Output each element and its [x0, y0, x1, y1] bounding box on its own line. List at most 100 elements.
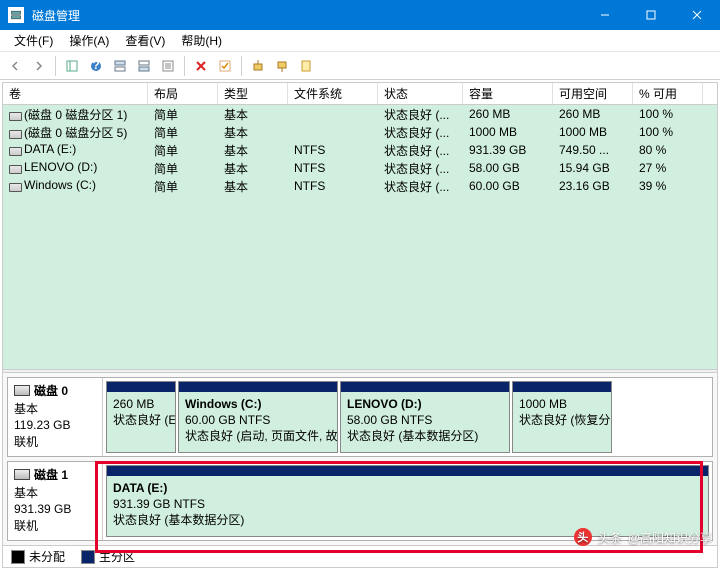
menu-action[interactable]: 操作(A) — [61, 30, 117, 51]
window-title: 磁盘管理 — [32, 7, 582, 24]
col-filesystem[interactable]: 文件系统 — [288, 83, 378, 104]
volume-list: 卷 布局 类型 文件系统 状态 容量 可用空间 % 可用 (磁盘 0 磁盘分区 … — [3, 83, 717, 369]
col-type[interactable]: 类型 — [218, 83, 288, 104]
cell-status: 状态良好 (... — [378, 105, 463, 124]
cell-status: 状态良好 (... — [378, 141, 463, 160]
menubar: 文件(F) 操作(A) 查看(V) 帮助(H) — [0, 30, 720, 52]
volume-icon — [9, 144, 20, 155]
col-volume[interactable]: 卷 — [3, 83, 148, 104]
menu-view[interactable]: 查看(V) — [117, 30, 173, 51]
cell-percent: 27 % — [633, 160, 703, 176]
show-hide-tree-button[interactable] — [61, 55, 83, 77]
properties-button[interactable] — [295, 55, 317, 77]
volume-row[interactable]: (磁盘 0 磁盘分区 1)简单基本状态良好 (...260 MB260 MB10… — [3, 105, 717, 123]
volume-name: Windows (C:) — [24, 178, 96, 192]
partition-status: 状态良好 (基本数据分区) — [113, 512, 702, 528]
partition-status: 状态良好 (基本数据分区) — [347, 428, 503, 444]
volume-name: (磁盘 0 磁盘分区 5) — [24, 124, 127, 141]
menu-help[interactable]: 帮助(H) — [173, 30, 230, 51]
volume-icon — [9, 162, 20, 173]
watermark-prefix: 头条 — [598, 529, 622, 546]
swatch-primary — [81, 550, 95, 564]
check-button[interactable] — [214, 55, 236, 77]
cell-percent: 80 % — [633, 142, 703, 158]
cell-percent: 100 % — [633, 124, 703, 140]
partition[interactable]: DATA (E:)931.39 GB NTFS状态良好 (基本数据分区) — [106, 465, 709, 537]
cell-fs — [288, 131, 378, 133]
swatch-unallocated — [11, 550, 25, 564]
partition[interactable]: 1000 MB状态良好 (恢复分 — [512, 381, 612, 453]
partition[interactable]: LENOVO (D:)58.00 GB NTFS状态良好 (基本数据分区) — [340, 381, 510, 453]
disk-icon — [14, 469, 30, 480]
cell-percent: 100 % — [633, 106, 703, 122]
partition-band — [513, 382, 611, 392]
volume-icon — [9, 109, 20, 120]
partition-band — [341, 382, 509, 392]
cell-status: 状态良好 (... — [378, 159, 463, 178]
help-button[interactable]: ? — [85, 55, 107, 77]
disk-status: 联机 — [14, 517, 96, 534]
partition-status: 状态良好 (EF — [113, 412, 169, 428]
col-capacity[interactable]: 容量 — [463, 83, 553, 104]
disk-header[interactable]: 磁盘 0基本119.23 GB联机 — [8, 378, 103, 456]
volume-icon — [9, 127, 20, 138]
legend-unallocated: 未分配 — [11, 548, 65, 565]
disk-type: 基本 — [14, 400, 96, 417]
cell-free: 749.50 ... — [553, 142, 633, 158]
volume-row[interactable]: DATA (E:)简单基本NTFS状态良好 (...931.39 GB749.5… — [3, 141, 717, 159]
col-percent[interactable]: % 可用 — [633, 83, 703, 104]
app-icon — [8, 7, 24, 23]
disk-size: 119.23 GB — [14, 418, 96, 432]
cell-capacity: 260 MB — [463, 106, 553, 122]
col-layout[interactable]: 布局 — [148, 83, 218, 104]
watermark-icon: 头 — [574, 528, 592, 546]
cell-percent: 39 % — [633, 178, 703, 194]
action1-button[interactable] — [247, 55, 269, 77]
cell-fs: NTFS — [288, 178, 378, 194]
col-freespace[interactable]: 可用空间 — [553, 83, 633, 104]
cell-type: 基本 — [218, 105, 288, 124]
volume-icon — [9, 180, 20, 191]
cell-fs: NTFS — [288, 142, 378, 158]
partition[interactable]: Windows (C:)60.00 GB NTFS状态良好 (启动, 页面文件,… — [178, 381, 338, 453]
partition-size: 1000 MB — [519, 396, 605, 412]
partition[interactable]: 260 MB状态良好 (EF — [106, 381, 176, 453]
minimize-button[interactable] — [582, 0, 628, 30]
close-button[interactable] — [674, 0, 720, 30]
volume-row[interactable]: LENOVO (D:)简单基本NTFS状态良好 (...58.00 GB15.9… — [3, 159, 717, 177]
partition-band — [107, 382, 175, 392]
partition-size: 58.00 GB NTFS — [347, 412, 503, 428]
col-status[interactable]: 状态 — [378, 83, 463, 104]
menu-file[interactable]: 文件(F) — [6, 30, 61, 51]
partition-band — [179, 382, 337, 392]
disk-name: 磁盘 1 — [34, 466, 68, 483]
action2-button[interactable] — [271, 55, 293, 77]
delete-button[interactable] — [190, 55, 212, 77]
list-bottom-button[interactable] — [133, 55, 155, 77]
legend-primary-label: 主分区 — [99, 548, 135, 565]
maximize-button[interactable] — [628, 0, 674, 30]
watermark-text: @高阳知识分享 — [628, 529, 712, 546]
watermark: 头 头条 @高阳知识分享 — [574, 528, 712, 546]
disk-size: 931.39 GB — [14, 502, 96, 516]
cell-capacity: 58.00 GB — [463, 160, 553, 176]
settings-button[interactable] — [157, 55, 179, 77]
cell-free: 23.16 GB — [553, 178, 633, 194]
forward-button[interactable] — [28, 55, 50, 77]
back-button[interactable] — [4, 55, 26, 77]
partition-status: 状态良好 (恢复分 — [519, 412, 605, 428]
column-headers: 卷 布局 类型 文件系统 状态 容量 可用空间 % 可用 — [3, 83, 717, 105]
list-top-button[interactable] — [109, 55, 131, 77]
partition-band — [107, 466, 708, 476]
partition-title: LENOVO (D:) — [347, 396, 503, 412]
toolbar: ? — [0, 52, 720, 80]
cell-status: 状态良好 (... — [378, 177, 463, 196]
partition-size: 260 MB — [113, 396, 169, 412]
volume-row[interactable]: (磁盘 0 磁盘分区 5)简单基本状态良好 (...1000 MB1000 MB… — [3, 123, 717, 141]
volume-row[interactable]: Windows (C:)简单基本NTFS状态良好 (...60.00 GB23.… — [3, 177, 717, 195]
cell-layout: 简单 — [148, 159, 218, 178]
disk-header[interactable]: 磁盘 1基本931.39 GB联机 — [8, 462, 103, 540]
volume-name: DATA (E:) — [24, 142, 76, 156]
volume-name: (磁盘 0 磁盘分区 1) — [24, 106, 127, 123]
disk-status: 联机 — [14, 433, 96, 450]
